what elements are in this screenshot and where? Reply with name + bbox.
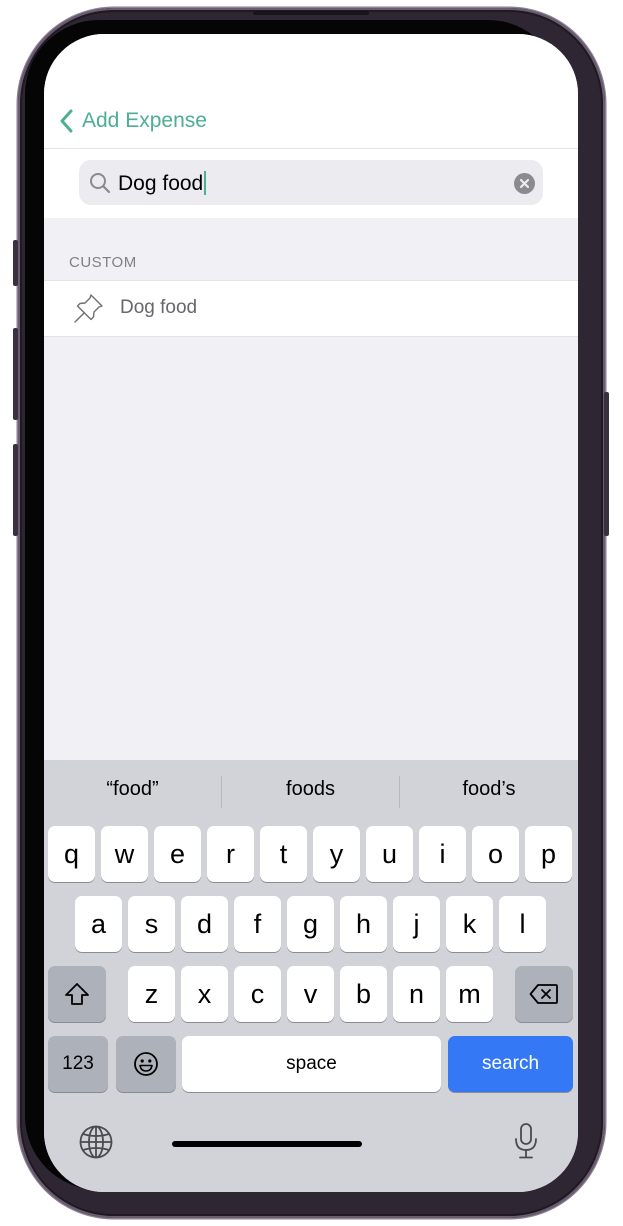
list-item[interactable]: Dog food [44, 280, 578, 337]
suggestion-bar: “food” foods food’s [44, 760, 578, 824]
key-b[interactable]: b [340, 966, 387, 1022]
key-m[interactable]: m [446, 966, 493, 1022]
key-u[interactable]: u [366, 826, 413, 882]
key-q[interactable]: q [48, 826, 95, 882]
search-section: Dog food [44, 149, 578, 218]
volume-down-button [13, 444, 18, 536]
key-p[interactable]: p [525, 826, 572, 882]
key-r[interactable]: r [207, 826, 254, 882]
emoji-key[interactable] [116, 1036, 176, 1092]
key-i[interactable]: i [419, 826, 466, 882]
key-t[interactable]: t [260, 826, 307, 882]
search-value: Dog food [118, 172, 204, 195]
key-y[interactable]: y [313, 826, 360, 882]
speaker-grille [253, 11, 369, 15]
key-s[interactable]: s [128, 896, 175, 952]
magnifying-glass-icon [90, 173, 111, 194]
key-e[interactable]: e [154, 826, 201, 882]
key-f[interactable]: f [234, 896, 281, 952]
navigation-bar: Add Expense [44, 34, 578, 149]
key-v[interactable]: v [287, 966, 334, 1022]
back-button-label: Add Expense [82, 109, 207, 132]
home-indicator[interactable] [172, 1141, 362, 1147]
back-button[interactable]: Add Expense [58, 106, 207, 136]
power-button [604, 392, 609, 536]
key-a[interactable]: a [75, 896, 122, 952]
search-key[interactable]: search [448, 1036, 573, 1092]
shift-key[interactable] [48, 966, 106, 1022]
emoji-icon [134, 1052, 158, 1076]
microphone-icon[interactable] [513, 1122, 539, 1160]
clear-icon[interactable] [514, 173, 535, 194]
silent-switch [13, 240, 18, 286]
keyboard: “food” foods food’s q w e r t y u i o p … [44, 760, 578, 1192]
globe-icon[interactable] [78, 1124, 114, 1160]
section-header-custom: CUSTOM [69, 254, 137, 271]
key-c[interactable]: c [234, 966, 281, 1022]
key-w[interactable]: w [101, 826, 148, 882]
chevron-left-icon [60, 109, 73, 133]
key-z[interactable]: z [128, 966, 175, 1022]
suggestion-1[interactable]: “food” [44, 778, 221, 808]
numbers-key[interactable]: 123 [48, 1036, 108, 1092]
suggestion-2[interactable]: foods [222, 778, 399, 808]
list-item-label: Dog food [120, 297, 198, 318]
space-key[interactable]: space [182, 1036, 441, 1092]
suggestion-3[interactable]: food’s [400, 778, 578, 808]
key-o[interactable]: o [472, 826, 519, 882]
search-text: Dog food [118, 171, 207, 196]
backspace-icon [529, 984, 558, 1004]
key-k[interactable]: k [446, 896, 493, 952]
shift-arrow-icon [65, 983, 89, 1005]
key-j[interactable]: j [393, 896, 440, 952]
screen: Add Expense Dog food CUSTOM Dog food “fo… [44, 34, 578, 1192]
search-input[interactable]: Dog food [79, 160, 543, 205]
volume-up-button [13, 328, 18, 420]
text-cursor [204, 171, 207, 195]
key-g[interactable]: g [287, 896, 334, 952]
key-d[interactable]: d [181, 896, 228, 952]
key-n[interactable]: n [393, 966, 440, 1022]
key-x[interactable]: x [181, 966, 228, 1022]
key-l[interactable]: l [499, 896, 546, 952]
delete-key[interactable] [515, 966, 573, 1022]
pin-icon [74, 294, 103, 323]
key-h[interactable]: h [340, 896, 387, 952]
